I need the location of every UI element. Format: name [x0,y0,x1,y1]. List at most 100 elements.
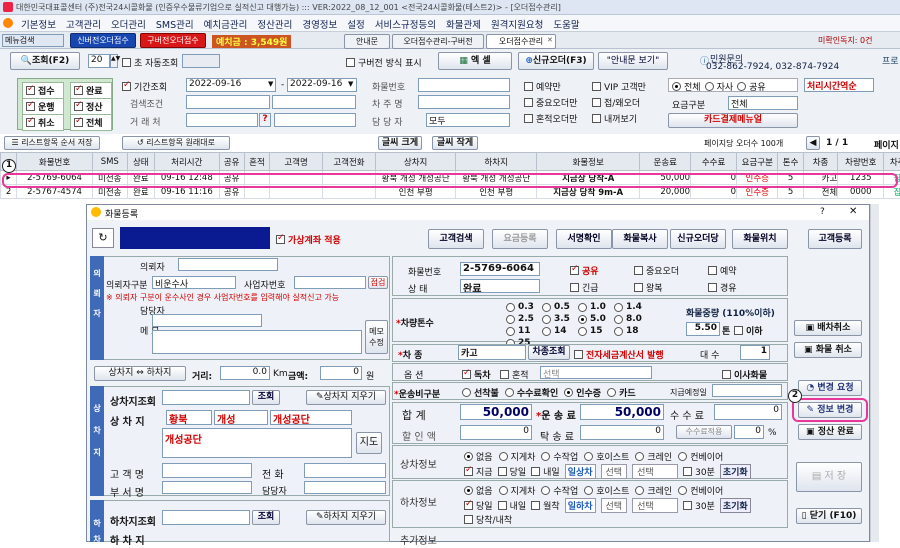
type-radio-2[interactable]: 공유 [737,80,766,93]
type-radio-0[interactable]: 전체 [672,80,701,93]
via-check[interactable]: 경유 [708,281,737,294]
menu-item[interactable]: 설정 [342,17,369,31]
status-checkbox[interactable] [26,86,35,95]
status-filter-3[interactable]: 정산 [70,98,112,115]
grid-header-cell[interactable]: 공유 [219,153,244,171]
ton-radio[interactable] [542,303,551,312]
menu-item[interactable]: 정산관리 [252,17,297,31]
trade-text[interactable] [274,113,356,127]
ton-radio[interactable] [542,315,551,324]
cargo-cancel-button[interactable]: ▣ 화물 취소 [794,342,862,358]
close-tab-icon[interactable]: ✕ [547,36,553,44]
ton-radio[interactable] [542,327,551,336]
menu-item[interactable]: 기본정보 [16,17,61,31]
period-check[interactable]: 기간조회 [122,80,167,93]
pickup-mgr-input[interactable] [304,481,386,494]
save-order-button[interactable]: ☰ 리스트항목 순서 저장 [4,136,100,150]
grid-header-cell[interactable]: SMS [93,153,128,171]
round-check[interactable]: 왕복 [634,281,663,294]
tax-invoice-check[interactable]: 전자세금계산서 발행 [574,348,664,361]
help-icon[interactable]: ? [820,207,825,217]
ton-radio[interactable] [614,303,623,312]
filter-option-0[interactable]: 예약만 [524,80,561,93]
extra-arrival-check[interactable]: 당착/내착 [464,513,512,526]
method-radio[interactable] [635,452,644,461]
when-checkbox[interactable] [531,501,540,510]
new-order-receive-button[interactable]: 신버전오더접수 [70,33,136,48]
status-filter-5[interactable]: 전체 [70,114,112,131]
select-a[interactable]: 일상차 [565,464,596,479]
move-check[interactable]: 이사화물 [722,368,767,381]
drop-search-input[interactable] [162,510,250,525]
restore-list-button[interactable]: ↺ 리스트항목 원래대로 [122,136,230,150]
tab-order-manage[interactable]: 오더접수관리 [486,34,556,49]
round-checkbox[interactable] [634,283,643,292]
ton-radio[interactable] [614,327,623,336]
ton-radio-9[interactable]: 14 [542,326,567,336]
car-owner-input[interactable] [418,95,510,109]
swap-route-button[interactable]: 상차지 ⇔ 하차지 [94,366,186,381]
filter-option-4[interactable]: 혼적오더만 [524,112,577,125]
pickup-name-input[interactable] [162,463,252,478]
card-manual-button[interactable]: 카드결제메뉴얼 [668,113,798,128]
type-radio[interactable] [672,82,681,91]
when-checkbox[interactable] [531,467,540,476]
status-filter-4[interactable]: 취소 [22,114,64,131]
process-order-select[interactable]: 처리시간역순 [804,78,874,92]
grid-header-cell[interactable]: 혼적 [244,153,269,171]
pickup-detail[interactable]: 개성공단 [162,428,352,458]
date-from-input[interactable]: 2022-09-16 [186,78,276,92]
option-checkbox[interactable] [524,114,533,123]
discount-input[interactable]: 0 [460,425,532,440]
memo-edit-button[interactable]: 메모수정 [365,320,388,354]
font-big-button[interactable]: 글씨 크게 [378,136,422,150]
pick_info-method-5[interactable]: 컨베이어 [678,450,723,463]
method-radio[interactable] [499,486,508,495]
prev-page-icon[interactable]: ◀ [806,136,820,150]
pick_info-when-0[interactable]: 지금 [464,465,493,478]
status-filter-0[interactable]: 접수 [22,82,64,99]
ton-radio[interactable] [506,303,515,312]
ton-radio-4[interactable]: 2.5 [506,314,534,324]
when-checkbox[interactable] [464,467,473,476]
fee-pct-input[interactable]: 0 [734,425,764,439]
grid-header-cell[interactable]: 상태 [127,153,155,171]
grid-header-cell[interactable]: 처리시간 [155,153,219,171]
grid-header-cell[interactable]: 수수료 [691,153,737,171]
reserve-check[interactable]: 예약 [708,264,737,277]
reset-button[interactable]: 초기화 [720,464,751,479]
weight-input[interactable]: 5.50 [686,322,720,336]
menu-item[interactable]: 화물관제 [441,17,486,31]
ton-radio[interactable] [578,303,587,312]
select-a[interactable]: 일하차 [565,498,596,513]
select-1[interactable]: 선택 [601,498,628,513]
search-cond-text[interactable] [272,95,356,109]
auto-search-checkbox[interactable] [122,58,131,67]
type-radio-1[interactable]: 자사 [705,80,734,93]
payment-radio[interactable] [462,388,471,397]
ton-radio[interactable] [506,315,515,324]
urgent-check[interactable]: 긴급 [570,281,599,294]
pickup-dept-input[interactable] [162,481,252,494]
period-checkbox[interactable] [122,82,131,91]
pick_info-when-2[interactable]: 내일 [531,465,560,478]
method-radio[interactable] [541,452,550,461]
grid-header-cell[interactable]: 화물정보 [536,153,640,171]
date-from-dropdown-icon[interactable]: ▼ [268,80,273,88]
ton-radio-6[interactable]: 5.0 [578,314,606,324]
drop-search-button[interactable]: 조회 [252,510,280,525]
dialog-top-button-0[interactable]: 고객검색 [428,229,484,249]
ton-radio-3[interactable]: 1.4 [614,302,642,312]
ton-radio-5[interactable]: 3.5 [542,314,570,324]
dialog-top-button-5[interactable]: 화물위치 [732,229,788,249]
fake-account-check[interactable]: 가상계좌 적용 [276,233,341,246]
vehicle-input[interactable]: 카고 [458,345,526,360]
menu-item[interactable]: 서비스규정등의 [370,17,441,31]
fee-input[interactable]: 0 [714,404,782,420]
date-to-dropdown-icon[interactable]: ▼ [348,80,353,88]
client-cond-select[interactable]: 비운수사 [152,276,236,289]
grid-header-cell[interactable]: 차주 [884,153,900,171]
dialog-top-button-3[interactable]: 화물복사 [612,229,668,249]
date-to-input[interactable]: 2022-09-16 [287,78,357,92]
status-filter-2[interactable]: 운행 [22,98,64,115]
